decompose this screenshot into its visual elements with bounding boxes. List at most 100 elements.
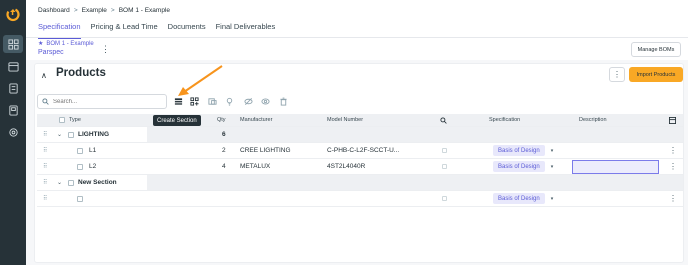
manufacturer-cell[interactable]: CREE LIGHTING [240,143,291,158]
column-type[interactable]: Type [69,114,81,126]
tab-documents[interactable]: Documents [168,19,206,39]
model-cell[interactable]: 4ST2L4040R [327,159,365,174]
drag-handle-icon[interactable]: ⠿ [43,159,47,174]
section-row-new-section[interactable]: ⠿ ⌄ New Section [37,175,683,191]
logo-icon[interactable] [5,6,21,22]
project-name: Parspec [38,49,64,56]
products-menu-button[interactable]: ⋮ [609,67,625,82]
column-model-number[interactable]: Model Number [327,114,363,126]
drag-handle-icon[interactable]: ⠿ [43,127,47,142]
qty-cell[interactable]: 2 [222,143,226,158]
column-manufacturer[interactable]: Manufacturer [240,114,272,126]
nav-settings[interactable] [3,123,23,141]
view-icon [260,98,270,104]
project-menu-icon[interactable]: ⋮ [101,44,110,55]
breadcrumb-separator: > [73,7,78,14]
book-icon [8,104,18,116]
type-cell[interactable]: L2 [89,159,96,174]
breadcrumb: Dashboard > Example > BOM 1 - Example [38,7,170,14]
attachment-icon[interactable] [442,148,447,153]
delete-button[interactable] [278,96,288,106]
spec-dropdown[interactable]: Basis of Design ▾ [493,143,553,158]
attachment-icon[interactable] [442,164,447,169]
star-icon: ★ [38,41,44,47]
collapse-icon[interactable]: ∧ [41,71,47,80]
nav-documents[interactable] [3,79,23,97]
nav-calendar[interactable] [3,57,23,75]
tab-pricing[interactable]: Pricing & Lead Time [91,19,158,39]
description-cell-selected[interactable] [572,160,659,174]
spec-pill: Basis of Design [493,145,545,156]
column-qty[interactable]: Qty [217,114,226,126]
document-icon [8,82,18,94]
manufacturer-cell[interactable]: METALUX [240,159,270,174]
search-icon [42,98,49,105]
manage-boms-button[interactable]: Manage BOMs [631,42,681,57]
row-menu-icon[interactable]: ⋮ [669,159,677,174]
section-name[interactable]: New Section [78,175,117,190]
columns-toggle[interactable] [669,114,676,126]
row-menu-icon[interactable]: ⋮ [669,143,677,158]
column-search[interactable] [440,114,447,126]
delete-icon [279,97,287,106]
settings-icon [8,127,18,137]
attachment-icon[interactable] [442,196,447,201]
spec-pill: Basis of Design [493,161,545,172]
model-cell[interactable]: C-PHB-C-L2F-SCCT-U... [327,143,399,158]
row-checkbox[interactable] [77,147,83,154]
spec-pill: Basis of Design [493,193,545,204]
spec-dropdown[interactable]: Basis of Design ▾ [493,191,553,206]
row-checkbox[interactable] [68,131,74,138]
tab-specification[interactable]: Specification [38,19,81,39]
select-all-checkbox[interactable] [59,117,65,123]
section-name[interactable]: LIGHTING [78,127,109,142]
breadcrumb-bom[interactable]: BOM 1 - Example [119,7,170,14]
section-qty: 6 [222,131,226,138]
breadcrumb-dashboard[interactable]: Dashboard [38,7,70,14]
search-input[interactable] [53,98,153,105]
search-icon [440,116,447,124]
breadcrumb-separator: > [110,7,115,14]
columns-icon [669,116,676,124]
nav-dashboard[interactable] [3,35,23,53]
sidebar [0,0,26,265]
table-row[interactable]: ⠿ L2 4 METALUX 4ST2L4040R Basis of Desig… [37,159,683,175]
caret-down-icon: ▾ [550,195,554,202]
drag-handle-icon[interactable]: ⠿ [43,191,47,206]
hide-button[interactable] [243,96,253,106]
tab-bar: Specification Pricing & Lead Time Docume… [38,19,285,39]
spec-dropdown[interactable]: Basis of Design ▾ [493,159,553,174]
hide-icon [243,97,253,105]
section-row-lighting[interactable]: ⠿ ⌄ LIGHTING 6 [37,127,683,143]
table-row[interactable]: ⠿ Basis of Design ▾ ⋮ [37,191,683,207]
nav-library[interactable] [3,101,23,119]
chevron-down-icon[interactable]: ⌄ [57,127,62,142]
header-divider [26,37,688,38]
row-menu-icon[interactable]: ⋮ [669,191,677,206]
caret-down-icon: ▾ [550,163,554,170]
row-checkbox[interactable] [68,179,74,186]
drag-handle-icon[interactable]: ⠿ [43,175,47,190]
view-button[interactable] [260,96,270,106]
row-checkbox[interactable] [77,163,83,170]
table-header: Type Qty Manufacturer Model Number Speci… [37,114,683,127]
bom-name: BOM 1 - Example [46,40,94,47]
row-checkbox[interactable] [77,195,83,202]
import-products-button[interactable]: Import Products [629,67,683,82]
annotation-arrow [178,65,223,96]
drag-handle-icon[interactable]: ⠿ [43,143,47,158]
section-band [147,127,683,142]
create-section-tooltip: Create Section [153,115,201,126]
project-selector[interactable]: ★ BOM 1 - Example Parspec [38,40,94,57]
qty-cell[interactable]: 4 [222,159,226,174]
tab-final-deliverables[interactable]: Final Deliverables [216,19,276,39]
chevron-down-icon[interactable]: ⌄ [57,175,62,190]
products-title: Products [56,67,106,79]
type-cell[interactable]: L1 [89,143,96,158]
column-description[interactable]: Description [579,114,607,126]
table-row[interactable]: ⠿ L1 2 CREE LIGHTING C-PHB-C-L2F-SCCT-U.… [37,143,683,159]
column-specification[interactable]: Specification [489,114,520,126]
caret-down-icon: ▾ [550,147,554,154]
breadcrumb-example[interactable]: Example [82,7,107,14]
search-box[interactable] [37,94,167,109]
